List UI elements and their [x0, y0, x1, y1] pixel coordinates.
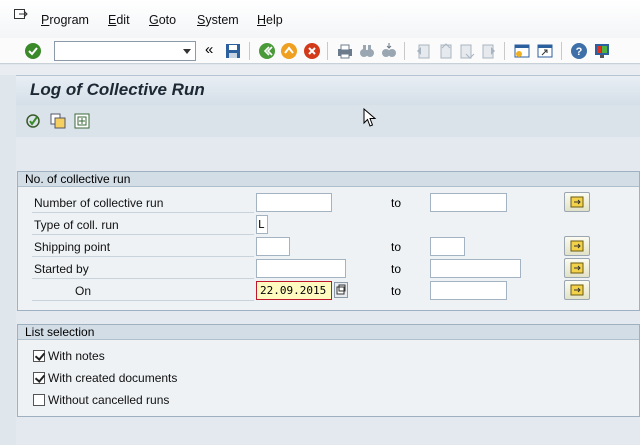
menu-bar: Program Edit Goto System Help: [0, 0, 640, 38]
find-icon[interactable]: [358, 42, 376, 60]
to-label: to: [391, 240, 402, 254]
on-date-label: On: [75, 284, 92, 298]
first-page-icon[interactable]: [414, 42, 432, 60]
dynamic-selections-icon[interactable]: [74, 113, 90, 129]
get-variant-icon[interactable]: [50, 113, 66, 129]
multiple-selection-button[interactable]: [564, 192, 590, 212]
menu-program[interactable]: Program: [41, 13, 89, 27]
without-cancelled-runs-label: Without cancelled runs: [48, 393, 170, 407]
exit-icon[interactable]: [280, 42, 298, 60]
dropdown-arrow-icon[interactable]: [183, 49, 191, 54]
shipping-point-from-input[interactable]: [256, 237, 290, 256]
create-session-icon[interactable]: [513, 42, 531, 60]
menu-system[interactable]: System: [197, 13, 239, 27]
without-cancelled-runs-checkbox[interactable]: [33, 394, 45, 406]
menu-goto[interactable]: Goto: [149, 13, 176, 27]
collective-run-group: No. of collective run Number of collecti…: [17, 171, 640, 311]
type-of-coll-run-label: Type of coll. run: [34, 218, 119, 232]
with-created-documents-checkbox[interactable]: [33, 372, 45, 384]
mouse-pointer-icon: [363, 108, 377, 127]
shipping-point-label: Shipping point: [34, 240, 111, 254]
multiple-selection-button[interactable]: [564, 236, 590, 256]
started-by-to-input[interactable]: [430, 259, 521, 278]
customize-layout-icon[interactable]: [593, 42, 611, 60]
generate-shortcut-icon[interactable]: [536, 42, 554, 60]
with-notes-label: With notes: [48, 349, 105, 363]
multiple-selection-icon: [570, 196, 584, 208]
last-page-icon[interactable]: [480, 42, 498, 60]
collective-run-number-to-input[interactable]: [430, 193, 507, 212]
type-of-coll-run-input[interactable]: L: [256, 215, 268, 234]
started-by-from-input[interactable]: [256, 259, 346, 278]
find-next-icon[interactable]: [380, 42, 398, 60]
command-field[interactable]: [54, 41, 196, 61]
multiple-selection-icon: [570, 284, 584, 296]
svg-text:?: ?: [576, 46, 583, 58]
with-notes-checkbox[interactable]: [33, 350, 45, 362]
previous-page-icon[interactable]: [436, 42, 454, 60]
collective-run-group-title: No. of collective run: [18, 172, 639, 187]
execute-icon[interactable]: [25, 113, 41, 129]
collapse-command-icon[interactable]: «: [205, 41, 213, 58]
multiple-selection-button[interactable]: [564, 258, 590, 278]
enter-checkmark-icon[interactable]: [24, 42, 42, 60]
title-bar: Log of Collective Run: [16, 75, 640, 105]
calendar-icon[interactable]: [334, 282, 348, 298]
help-icon[interactable]: ?: [570, 42, 588, 60]
started-by-label: Started by: [34, 262, 89, 276]
multiple-selection-icon: [570, 262, 584, 274]
menu-help[interactable]: Help: [257, 13, 283, 27]
next-page-icon[interactable]: [458, 42, 476, 60]
toolbar-gap: [0, 65, 640, 75]
number-of-collective-run-label: Number of collective run: [34, 196, 164, 210]
application-toolbar: [16, 105, 640, 137]
list-selection-group: List selection With notes With created d…: [17, 324, 640, 417]
standard-toolbar: « ?: [0, 38, 640, 64]
page-title: Log of Collective Run: [30, 80, 205, 99]
save-icon[interactable]: [224, 42, 242, 60]
with-created-documents-label: With created documents: [48, 371, 178, 385]
multiple-selection-icon: [570, 240, 584, 252]
start-date-from-input[interactable]: 22.09.2015: [256, 281, 332, 300]
to-label: to: [391, 262, 402, 276]
start-date-to-input[interactable]: [430, 281, 507, 300]
to-label: to: [391, 196, 402, 210]
multiple-selection-button[interactable]: [564, 280, 590, 300]
back-icon[interactable]: [258, 42, 276, 60]
to-label: to: [391, 284, 402, 298]
system-menu-icon[interactable]: [14, 9, 28, 21]
shipping-point-to-input[interactable]: [430, 237, 465, 256]
list-selection-group-title: List selection: [18, 325, 639, 340]
print-icon[interactable]: [336, 42, 354, 60]
cancel-icon[interactable]: [303, 42, 321, 60]
collective-run-number-from-input[interactable]: [256, 193, 332, 212]
menu-edit[interactable]: Edit: [108, 13, 130, 27]
